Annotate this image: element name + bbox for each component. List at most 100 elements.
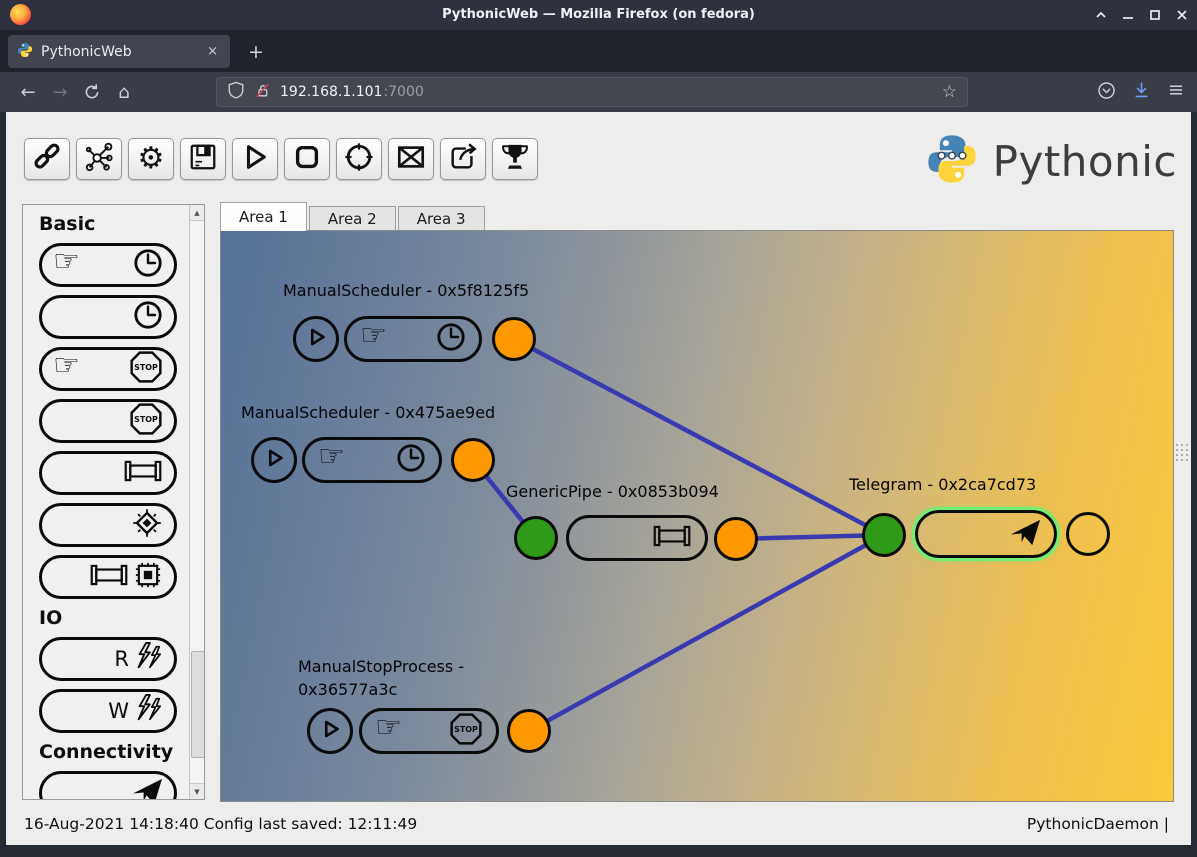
- telegram-element[interactable]: [39, 771, 177, 799]
- download-icon[interactable]: [1132, 81, 1151, 104]
- manual-scheduler-element[interactable]: ☞: [39, 243, 177, 287]
- play-tri-icon: [259, 443, 289, 477]
- trophy-button[interactable]: [492, 138, 538, 180]
- node-genericpipe-0853b094[interactable]: [566, 515, 708, 561]
- status-datetime: 16-Aug-2021 14:18:40 Config last saved: …: [24, 815, 417, 833]
- shield-icon[interactable]: [227, 81, 245, 103]
- python-favicon-icon: [17, 42, 33, 62]
- clock-icon: [396, 443, 426, 477]
- hamburger-menu-icon[interactable]: [1167, 81, 1185, 103]
- node-manualscheduler-475ae9ed-title: ManualScheduler - 0x475ae9ed: [241, 401, 495, 424]
- node-genericpipe-0853b094-socket[interactable]: [514, 516, 558, 560]
- generic-pipe-element[interactable]: [39, 451, 177, 495]
- pythonic-app: ⚙ Pythonic Basic☞☞STOPSTOPIORWConnectivi…: [6, 112, 1191, 845]
- bolts-icon: [133, 642, 163, 676]
- sidebar-scrollbar[interactable]: ▲ ▼: [189, 205, 204, 799]
- share-icon: [448, 142, 478, 176]
- node-graph-button[interactable]: [76, 138, 122, 180]
- browser-tab-pythonicweb[interactable]: PythonicWeb ×: [8, 35, 230, 68]
- envelope-button[interactable]: [388, 138, 434, 180]
- node-genericpipe-0853b094-title: GenericPipe - 0x0853b094: [506, 480, 719, 503]
- chip-square-icon: [133, 560, 163, 594]
- scroll-down-icon[interactable]: ▼: [190, 783, 204, 799]
- generic-process-element[interactable]: [39, 503, 177, 547]
- app-toolbar: ⚙: [24, 138, 538, 180]
- clock-icon: [133, 248, 163, 282]
- manual-stop-element[interactable]: ☞STOP: [39, 347, 177, 391]
- pointing-hand-icon: ☞: [360, 321, 387, 351]
- element-sidebar: Basic☞☞STOPSTOPIORWConnectivity ▲ ▼: [22, 204, 205, 800]
- node-graph-icon: [84, 142, 114, 176]
- node-manualscheduler-475ae9ed[interactable]: ☞: [302, 437, 442, 483]
- pointing-hand-icon: ☞: [375, 713, 402, 743]
- daemon-status: PythonicDaemon |: [1027, 815, 1173, 833]
- stop-icon: STOP: [129, 350, 163, 388]
- sidebar-section-title: IO: [39, 607, 189, 631]
- tab-area-1[interactable]: Area 1: [220, 202, 307, 231]
- read-element[interactable]: R: [39, 637, 177, 681]
- node-telegram-2ca7cd73[interactable]: [915, 510, 1057, 558]
- crosshair-button[interactable]: [336, 138, 382, 180]
- trophy-icon: [500, 142, 530, 176]
- maximize-button[interactable]: [1148, 8, 1162, 22]
- plane-icon: [132, 776, 163, 800]
- sidebar-section-title: Connectivity: [39, 741, 189, 765]
- node-manualstopprocess-36577a3c-socket[interactable]: [507, 709, 551, 753]
- pythonic-logo-icon: [921, 132, 983, 190]
- new-tab-button[interactable]: +: [243, 39, 269, 65]
- node-manualstopprocess-36577a3c-play-button[interactable]: [307, 708, 353, 754]
- node-manualscheduler-5f8125f5-play-button[interactable]: [293, 316, 339, 362]
- node-manualscheduler-5f8125f5[interactable]: ☞: [344, 316, 482, 362]
- write-element[interactable]: W: [39, 689, 177, 733]
- flow-canvas[interactable]: ManualScheduler - 0x5f8125f5☞ManualSched…: [220, 230, 1174, 802]
- url-bar[interactable]: 192.168.1.101 :7000 ☆: [216, 77, 968, 107]
- wire: [529, 535, 884, 731]
- chip-diamond-icon: [131, 507, 163, 543]
- tab-area-2[interactable]: Area 2: [309, 206, 396, 231]
- firefox-window: { "window": { "title": "PythonicWeb — Mo…: [0, 0, 1197, 857]
- forward-icon[interactable]: →: [44, 78, 76, 106]
- url-port: :7000: [383, 84, 423, 100]
- pocket-icon[interactable]: [1097, 81, 1116, 104]
- node-telegram-2ca7cd73-socket[interactable]: [862, 513, 906, 557]
- close-button[interactable]: [1175, 8, 1189, 22]
- node-manualscheduler-5f8125f5-socket[interactable]: [492, 317, 536, 361]
- splitter-handle[interactable]: [1176, 444, 1186, 461]
- scheduler-element[interactable]: [39, 295, 177, 339]
- minimize-button[interactable]: [1121, 8, 1135, 22]
- node-manualstopprocess-36577a3c[interactable]: ☞STOP: [359, 708, 499, 754]
- pointing-hand-icon: ☞: [53, 247, 80, 277]
- gear-button[interactable]: ⚙: [128, 138, 174, 180]
- node-manualstopprocess-36577a3c-title: ManualStopProcess - 0x36577a3c: [298, 655, 464, 701]
- scrollbar-thumb[interactable]: [191, 651, 205, 758]
- pipe-icon: [652, 524, 692, 552]
- tab-area-3[interactable]: Area 3: [398, 206, 485, 231]
- back-icon[interactable]: ←: [12, 78, 44, 106]
- node-manualscheduler-475ae9ed-play-button[interactable]: [251, 437, 297, 483]
- clock-icon: [436, 322, 466, 356]
- chevron-up-icon[interactable]: [1094, 8, 1108, 22]
- play-button[interactable]: [232, 138, 278, 180]
- clock-icon: [133, 300, 163, 334]
- node-genericpipe-0853b094-socket[interactable]: [714, 517, 758, 561]
- bookmark-star-icon[interactable]: ☆: [942, 82, 957, 102]
- save-button[interactable]: [180, 138, 226, 180]
- node-manualscheduler-475ae9ed-socket[interactable]: [451, 438, 495, 482]
- reload-icon[interactable]: [76, 78, 108, 106]
- node-telegram-2ca7cd73-socket[interactable]: [1066, 512, 1110, 556]
- pipe-process-element[interactable]: [39, 555, 177, 599]
- bolts-icon: [133, 694, 163, 728]
- element-letter: W: [108, 701, 129, 722]
- navigation-bar: ← → ⌂ 192.168.1.101 :7000 ☆: [0, 72, 1197, 112]
- tab-close-icon[interactable]: ×: [204, 44, 221, 59]
- scroll-up-icon[interactable]: ▲: [190, 205, 204, 221]
- chain-link-button[interactable]: [24, 138, 70, 180]
- pythonic-brand: Pythonic: [921, 132, 1177, 190]
- stop-element[interactable]: STOP: [39, 399, 177, 443]
- stop-button[interactable]: [284, 138, 330, 180]
- share-button[interactable]: [440, 138, 486, 180]
- home-icon[interactable]: ⌂: [108, 78, 140, 106]
- node-telegram-2ca7cd73-title: Telegram - 0x2ca7cd73: [849, 473, 1036, 496]
- insecure-lock-icon[interactable]: [254, 82, 271, 103]
- play-tri-icon: [301, 322, 331, 356]
